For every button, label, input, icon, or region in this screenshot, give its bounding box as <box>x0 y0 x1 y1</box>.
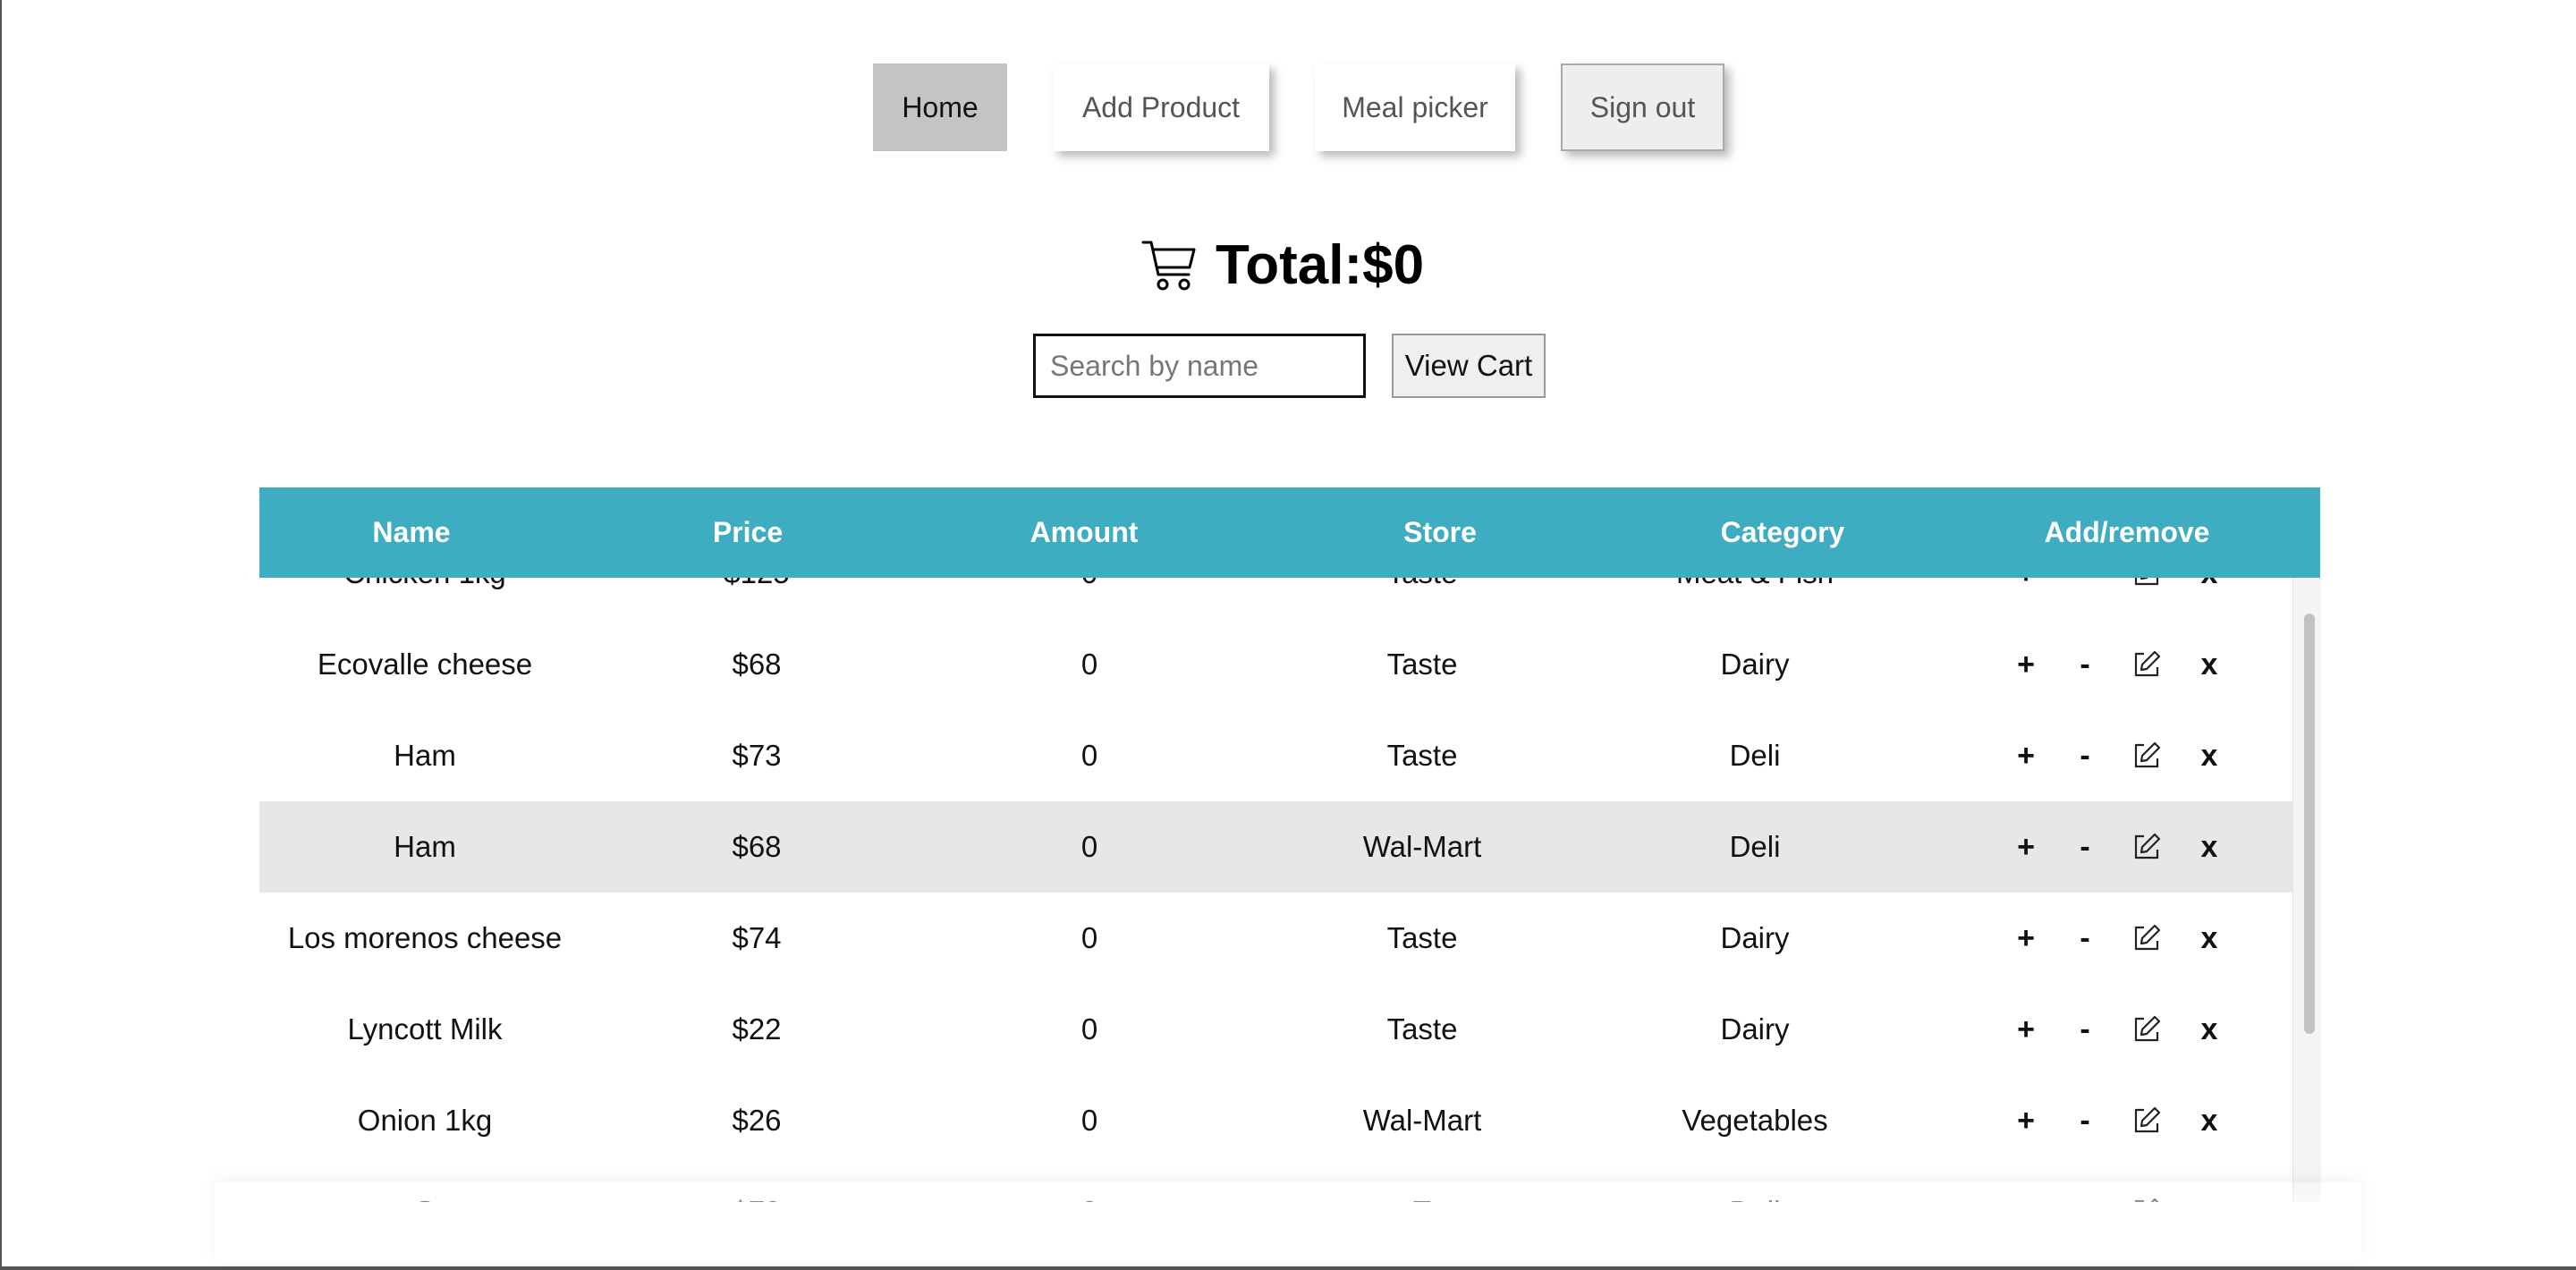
cell-category: Dairy <box>1720 1012 1790 1046</box>
table-header: Name Price Amount Store Category Add/rem… <box>259 487 2320 578</box>
cell-amount: 0 <box>1080 648 1098 681</box>
cell-store: Wal-Mart <box>1362 1104 1482 1137</box>
edit-icon[interactable] <box>2124 1075 2169 1166</box>
column-header-add-remove: Add/remove <box>2044 516 2210 548</box>
edit-icon[interactable] <box>2124 710 2169 801</box>
table-row: Ham $73 0 Taste Deli + - x <box>259 710 2292 803</box>
nav-home-button[interactable]: Home <box>873 64 1007 151</box>
cell-store: Taste <box>1386 1012 1458 1046</box>
add-button[interactable]: + <box>2004 710 2048 801</box>
column-header-name: Name <box>372 516 451 548</box>
cell-amount: 0 <box>1080 1104 1098 1137</box>
delete-button[interactable]: x <box>2187 578 2232 619</box>
sign-out-button[interactable]: Sign out <box>1561 64 1724 151</box>
table-row: Ham $68 0 Wal-Mart Deli + - x <box>259 801 2292 894</box>
cell-name: Onion 1kg <box>357 1104 493 1137</box>
nav-meal-picker-button[interactable]: Meal picker <box>1315 64 1515 151</box>
column-header-store: Store <box>1403 516 1477 548</box>
delete-button[interactable]: x <box>2187 893 2232 984</box>
remove-button[interactable]: - <box>2063 1075 2107 1166</box>
add-button[interactable]: + <box>2004 893 2048 984</box>
table-row: Chicken 1kg$1250TasteMeat & Fish +- x <box>259 578 2292 621</box>
cell-name: Chicken 1kg <box>259 578 590 619</box>
cell-price: $22 <box>732 1012 782 1046</box>
add-button[interactable]: + <box>2004 619 2048 710</box>
remove-button[interactable]: - <box>2063 801 2107 893</box>
remove-button[interactable]: - <box>2063 893 2107 984</box>
cell-amount: 0 <box>1080 739 1098 772</box>
cell-name: Ham <box>394 739 456 772</box>
cell-price: $125 <box>590 578 923 619</box>
add-button[interactable]: + <box>2004 801 2048 893</box>
total-amount: Total:$0 <box>1216 233 1425 296</box>
delete-button[interactable]: x <box>2187 1075 2232 1166</box>
table-row: Los morenos cheese $74 0 Taste Dairy + - x <box>259 893 2292 986</box>
edit-icon[interactable] <box>2124 984 2169 1075</box>
cell-store: Taste <box>1386 648 1458 681</box>
cell-name: Lyncott Milk <box>347 1012 503 1046</box>
edit-icon[interactable] <box>2124 893 2169 984</box>
cell-store: Taste <box>1256 578 1589 619</box>
cell-price: $68 <box>732 830 782 863</box>
window-left-border <box>0 0 2 1270</box>
cell-price: $68 <box>732 648 782 681</box>
table-row: Lyncott Milk $22 0 Taste Dairy + - x <box>259 984 2292 1077</box>
column-header-amount: Amount <box>1030 516 1139 548</box>
cart-icon <box>1141 241 1196 291</box>
cell-category: Dairy <box>1720 921 1790 954</box>
cell-name: Ecovalle cheese <box>317 648 533 681</box>
cell-price: $26 <box>732 1104 782 1137</box>
cell-name: Los morenos cheese <box>287 921 563 954</box>
delete-button[interactable]: x <box>2187 984 2232 1075</box>
cell-amount: 0 <box>1080 1012 1098 1046</box>
column-header-price: Price <box>712 516 784 548</box>
remove-button[interactable]: - <box>2063 619 2107 710</box>
nav-add-product-button[interactable]: Add Product <box>1053 64 1269 151</box>
add-button[interactable]: + <box>2004 578 2048 619</box>
cell-amount: 0 <box>923 578 1256 619</box>
table-scrollbar[interactable] <box>2292 578 2321 1202</box>
table-scrollbar-thumb[interactable] <box>2304 614 2315 1034</box>
edit-icon[interactable] <box>2124 578 2169 619</box>
cell-store: Taste <box>1386 739 1458 772</box>
remove-button[interactable]: - <box>2063 984 2107 1075</box>
cell-category: Dairy <box>1720 648 1790 681</box>
cell-store: Taste <box>1386 921 1458 954</box>
product-table-body: Chicken 1kg$1250TasteMeat & Fish+-xEcova… <box>259 578 2320 1202</box>
delete-button[interactable]: x <box>2187 710 2232 801</box>
cell-category: Vegetables <box>1682 1104 1828 1137</box>
window-bottom-border <box>0 1266 2576 1270</box>
cell-amount: 0 <box>1080 830 1098 863</box>
search-input[interactable] <box>1033 334 1366 398</box>
remove-button[interactable]: - <box>2063 578 2107 619</box>
edit-icon[interactable] <box>2124 619 2169 710</box>
cell-name: Ham <box>394 830 456 863</box>
cell-amount: 0 <box>1080 921 1098 954</box>
column-header-category: Category <box>1720 516 1845 548</box>
delete-button[interactable]: x <box>2187 801 2232 893</box>
table-row: Ecovalle cheese $68 0 Taste Dairy + - x <box>259 619 2292 712</box>
edit-icon[interactable] <box>2124 801 2169 893</box>
cell-store: Wal-Mart <box>1362 830 1482 863</box>
cell-price: $74 <box>732 921 782 954</box>
cell-category: Deli <box>1729 739 1781 772</box>
add-button[interactable]: + <box>2004 1075 2048 1166</box>
add-button[interactable]: + <box>2004 984 2048 1075</box>
cart-total: Total:$0 <box>1140 229 1424 301</box>
delete-button[interactable]: x <box>2187 619 2232 710</box>
cell-category: Meat & Fish <box>1589 578 1921 619</box>
remove-button[interactable]: - <box>2063 710 2107 801</box>
view-cart-button[interactable]: View Cart <box>1392 334 1546 398</box>
cell-price: $73 <box>732 739 782 772</box>
table-row: Onion 1kg $26 0 Wal-Mart Vegetables + - x <box>259 1075 2292 1168</box>
cell-category: Deli <box>1729 830 1781 863</box>
bottom-fade <box>215 1182 2361 1263</box>
